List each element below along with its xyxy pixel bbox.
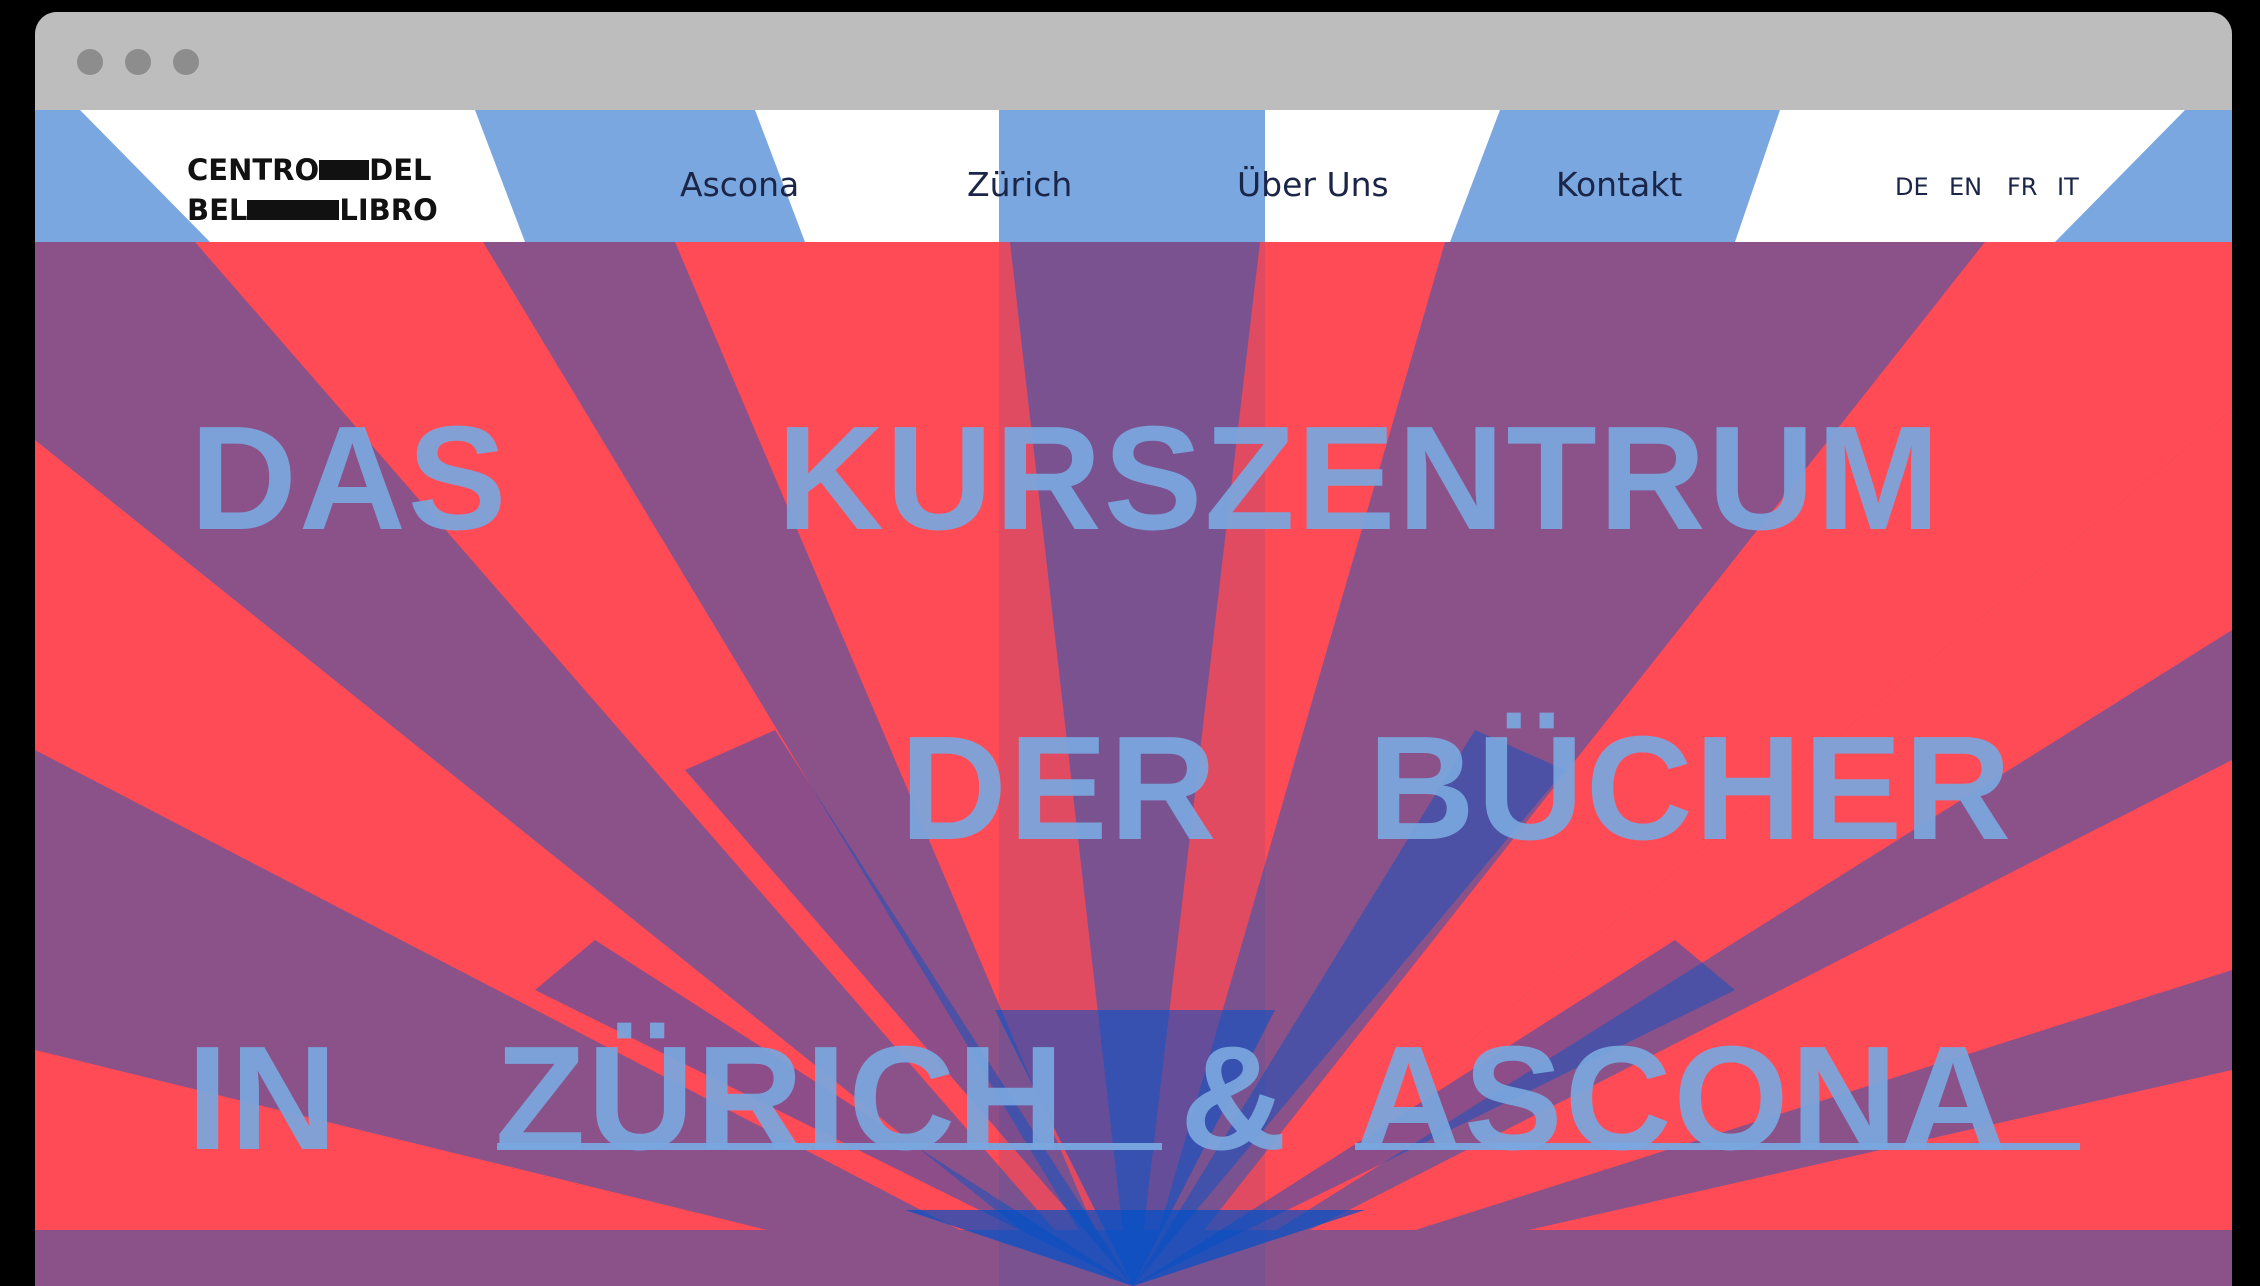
headline-link-zurich[interactable]: ZÜRICH [495,1025,1066,1173]
centro-del-bel-libro-logo[interactable]: CENTRO DEL BEL LIBRO [187,150,438,230]
headline-word-buecher: BÜCHER [1368,706,2014,871]
nav-link-ascona[interactable]: Ascona [680,165,799,205]
ascona-link-underline [1355,1143,2080,1150]
window-maximize-dot[interactable] [173,49,199,75]
language-fr[interactable]: FR [2007,172,2037,202]
language-it[interactable]: IT [2057,172,2079,202]
page-viewport: CENTRO DEL BEL LIBRO Ascona Zürich Über … [35,110,2232,1286]
language-de[interactable]: DE [1895,172,1929,202]
logo-text-del: DEL [369,153,432,187]
browser-titlebar [35,12,2232,110]
nav-link-zurich[interactable]: Zürich [967,165,1072,205]
logo-text-bel: BEL [187,193,248,227]
logo-bar [319,160,370,180]
zurich-link-underline [497,1143,1162,1150]
headline-word-kurszentrum: KURSZENTRUM [777,396,1942,561]
nav-link-ueber-uns[interactable]: Über Uns [1237,165,1389,205]
window-close-dot[interactable] [77,49,103,75]
headline-ampersand: & [1180,1016,1289,1181]
headline-word-in: IN [187,1016,339,1181]
logo-line-2: BEL LIBRO [187,190,438,230]
language-en[interactable]: EN [1949,172,1982,202]
logo-text-centro: CENTRO [187,153,320,187]
nav-link-kontakt[interactable]: Kontakt [1556,165,1682,205]
headline-word-der: DER [900,706,1219,871]
headline-link-ascona[interactable]: ASCONA [1355,1025,2008,1173]
headline-word-das: DAS [190,396,509,561]
logo-text-libro: LIBRO [339,193,438,227]
window-minimize-dot[interactable] [125,49,151,75]
logo-line-1: CENTRO DEL [187,150,438,190]
logo-bar [247,200,340,220]
browser-window: CENTRO DEL BEL LIBRO Ascona Zürich Über … [35,12,2232,1286]
